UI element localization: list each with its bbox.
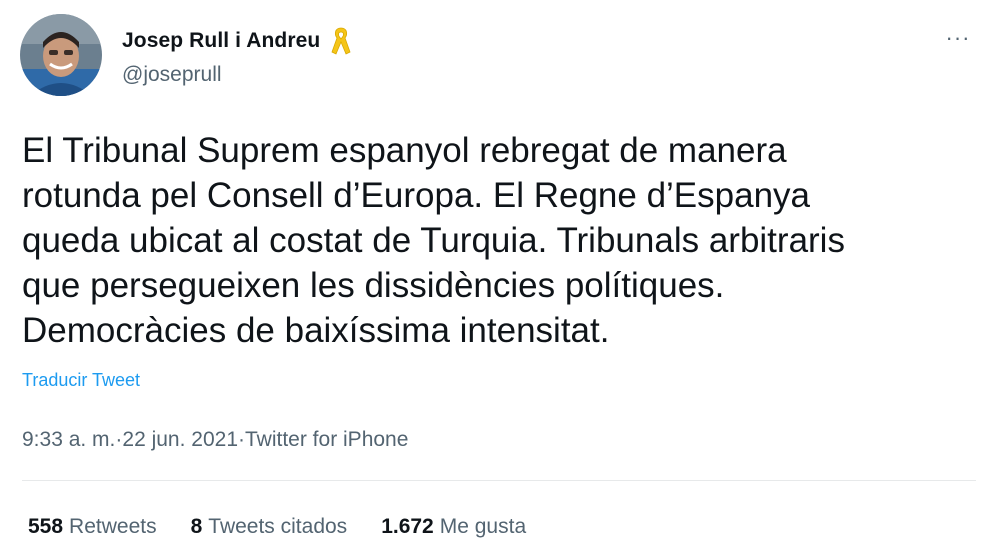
more-options-button[interactable]: ··· xyxy=(940,20,976,56)
avatar[interactable] xyxy=(20,14,102,96)
retweets-count: 558 xyxy=(28,515,64,538)
likes-label: Me gusta xyxy=(439,515,527,538)
quote-tweets-label: Tweets citados xyxy=(208,515,348,538)
tweet-metadata: 9:33 a. m. · 22 jun. 2021 · Twitter for … xyxy=(22,428,408,452)
meta-separator: · xyxy=(238,428,245,451)
translate-tweet-link[interactable]: Traducir Tweet xyxy=(22,370,140,391)
likes-count: 1.672 xyxy=(381,515,434,538)
quote-tweets-stat[interactable]: 8 Tweets citados xyxy=(191,515,348,539)
person-avatar-icon xyxy=(20,14,102,96)
tweet-card: Josep Rull i Andreu @joseprull ··· El Tr… xyxy=(0,0,1000,560)
yellow-ribbon-icon xyxy=(330,26,352,56)
retweets-stat[interactable]: 558 Retweets xyxy=(28,515,157,539)
tweet-date[interactable]: 22 jun. 2021 xyxy=(122,428,238,452)
likes-stat[interactable]: 1.672 Me gusta xyxy=(381,515,526,539)
quote-tweets-count: 8 xyxy=(190,515,203,538)
tweet-time[interactable]: 9:33 a. m. xyxy=(22,428,115,452)
meta-separator: · xyxy=(115,428,123,451)
divider xyxy=(22,480,976,481)
user-handle[interactable]: @joseprull xyxy=(122,63,222,87)
name-row: Josep Rull i Andreu xyxy=(122,26,352,56)
retweets-label: Retweets xyxy=(69,515,157,538)
display-name[interactable]: Josep Rull i Andreu xyxy=(122,29,320,53)
tweet-text: El Tribunal Suprem espanyol rebregat de … xyxy=(22,131,845,350)
tweet-source[interactable]: Twitter for iPhone xyxy=(245,428,408,452)
tweet-stats: 558 Retweets 8 Tweets citados 1.672 Me g… xyxy=(28,515,526,539)
